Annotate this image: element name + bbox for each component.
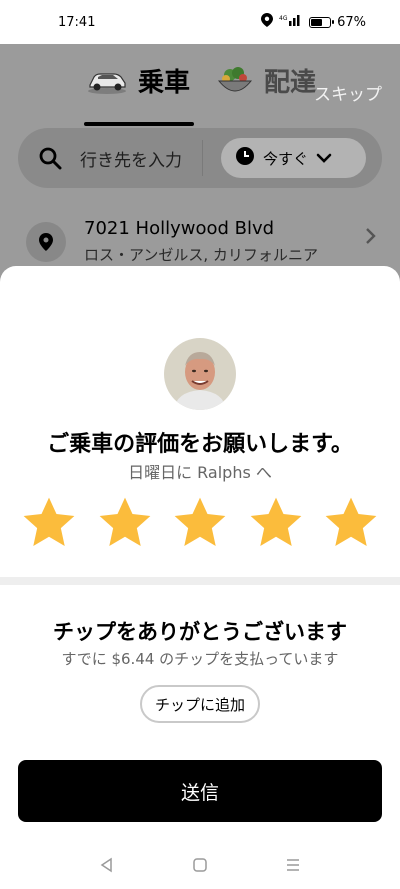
schedule-time-button[interactable]: 今すぐ [221,138,366,178]
star-icon-4[interactable] [247,494,305,552]
destination-search-bar[interactable]: 行き先を入力 今すぐ [18,128,382,188]
home-icon[interactable] [192,857,208,877]
chevron-down-icon [316,149,332,167]
tab-ride-label: 乗車 [138,68,191,98]
driver-avatar [164,338,236,410]
star-icon-2[interactable] [96,494,154,552]
chevron-right-icon [364,226,376,251]
status-bar: 17:41 4G 67% [0,0,400,44]
battery-percent: 67% [337,14,366,30]
status-icons: 4G 67% [261,13,366,31]
star-rating [20,494,380,554]
clock-icon [235,146,255,170]
star-icon-1[interactable] [20,494,78,552]
search-icon [38,146,62,174]
back-icon[interactable] [99,857,115,877]
star-icon-5[interactable] [322,494,380,552]
battery-icon [309,16,335,28]
section-divider [0,577,400,585]
status-time: 17:41 [58,14,96,30]
star-icon-3[interactable] [171,494,229,552]
recent-destination-title: 7021 Hollywood Blvd [84,218,275,239]
rating-title: ご乗車の評価をお願いします。 [47,432,353,457]
home-background: 乗車 配達 スキップ 行き先を入力 今すぐ 7021 Hollywood Blv… [0,44,400,304]
tip-title: チップをありがとうございます [53,620,347,644]
service-tabs: 乗車 配達 スキップ [0,62,400,126]
menu-icon[interactable] [285,857,301,877]
tab-delivery[interactable]: 配達 [216,62,316,99]
search-placeholder: 行き先を入力 [80,151,182,171]
submit-button[interactable]: 送信 [18,760,382,822]
tab-ride[interactable]: 乗車 [86,62,190,99]
location-pin-icon [26,222,66,262]
system-nav-bar [0,845,400,889]
tab-delivery-label: 配達 [264,68,317,98]
search-divider [202,140,203,176]
car-icon [86,67,128,95]
food-bowl-icon [216,65,254,97]
battery-fill [311,18,323,26]
location-icon [261,13,274,31]
schedule-time-label: 今すぐ [263,149,309,168]
active-tab-indicator [84,122,194,126]
recent-destination-subtitle: ロス・アンゼルス, カリフォルニア [84,246,318,264]
tip-subtitle: すでに $6.44 のチップを支払っています [61,650,339,668]
rating-sheet: ご乗車の評価をお願いします。 日曜日に Ralphs へ チップをありがとうござ… [0,266,400,889]
network-label: 4G [279,15,288,22]
skip-button[interactable]: スキップ [314,80,382,105]
signal-icon: 4G [279,14,303,30]
add-tip-button[interactable]: チップに追加 [140,685,260,723]
rating-subtitle: 日曜日に Ralphs へ [128,463,272,482]
